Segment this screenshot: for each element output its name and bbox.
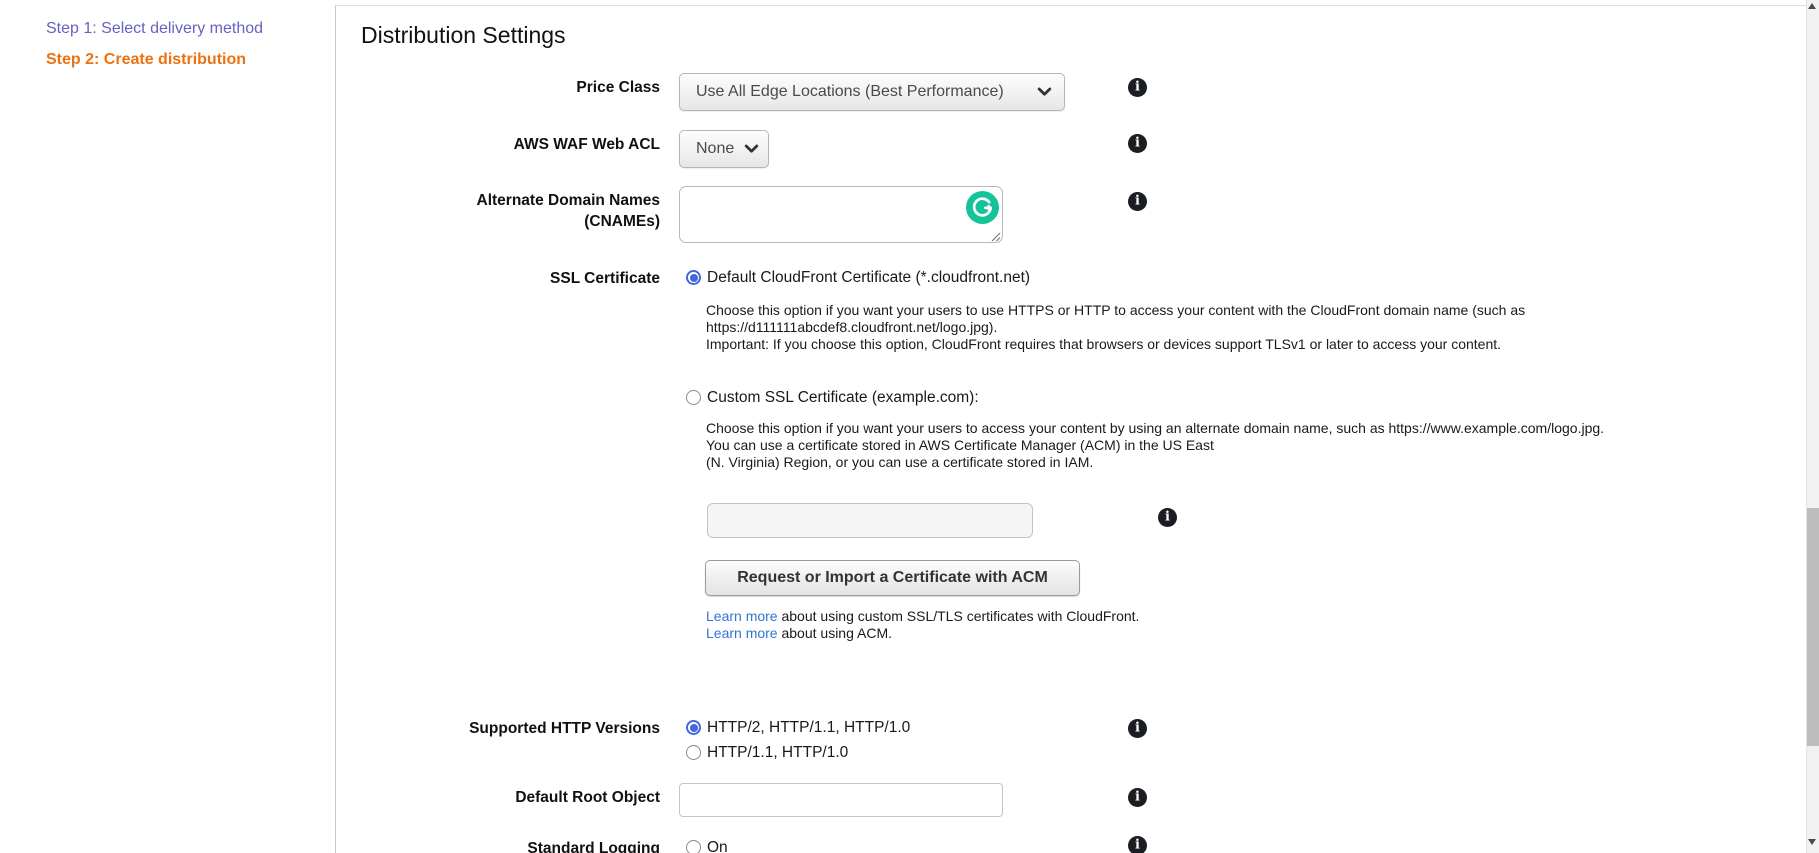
- cnames-info-icon[interactable]: i: [1128, 192, 1147, 211]
- http-versions-info-icon[interactable]: i: [1128, 719, 1147, 738]
- chevron-down-icon: [1037, 87, 1052, 97]
- sidebar-step-1-link[interactable]: Step 1: Select delivery method: [46, 20, 263, 38]
- default-root-object-input[interactable]: [679, 783, 1003, 817]
- radio-unchecked-icon: [686, 390, 701, 405]
- radio-option-http11[interactable]: HTTP/1.1, HTTP/1.0: [686, 744, 848, 762]
- custom-ssl-description: Choose this option if you want your user…: [706, 420, 1604, 472]
- scrollbar-thumb[interactable]: [1807, 508, 1819, 746]
- info-glyph: i: [1135, 137, 1140, 150]
- description-line: https://d111111abcdef8.cloudfront.net/lo…: [706, 319, 1525, 336]
- http11-option-text: HTTP/1.1, HTTP/1.0: [707, 744, 848, 762]
- request-acm-certificate-button[interactable]: Request or Import a Certificate with ACM: [705, 560, 1080, 596]
- content-top-border: [336, 5, 1806, 6]
- info-glyph: i: [1135, 839, 1140, 852]
- standard-logging-label: Standard Logging: [336, 840, 660, 853]
- custom-certificate-input[interactable]: [707, 503, 1033, 538]
- cnames-textarea[interactable]: [679, 186, 1003, 243]
- description-line: (N. Virginia) Region, or you can use a c…: [706, 454, 1604, 471]
- price-class-selected-value: Use All Edge Locations (Best Performance…: [696, 83, 1004, 101]
- price-class-dropdown[interactable]: Use All Edge Locations (Best Performance…: [679, 73, 1065, 111]
- custom-ssl-option-text: Custom SSL Certificate (example.com):: [707, 389, 979, 407]
- description-line: Choose this option if you want your user…: [706, 302, 1525, 319]
- radio-unchecked-icon: [686, 745, 701, 760]
- info-glyph: i: [1165, 511, 1170, 524]
- http-versions-label: Supported HTTP Versions: [336, 720, 660, 737]
- description-line: You can use a certificate stored in AWS …: [706, 437, 1604, 454]
- waf-web-acl-dropdown[interactable]: None: [679, 130, 769, 168]
- learn-more-acm-link[interactable]: Learn more: [706, 625, 778, 641]
- cnames-label-line1: Alternate Domain Names: [336, 192, 660, 209]
- custom-certificate-info-icon[interactable]: i: [1158, 508, 1177, 527]
- radio-checked-icon: [686, 270, 701, 285]
- default-ssl-option-text: Default CloudFront Certificate (*.cloudf…: [707, 269, 1030, 287]
- scroll-up-icon[interactable]: [1808, 3, 1816, 9]
- radio-option-http2[interactable]: HTTP/2, HTTP/1.1, HTTP/1.0: [686, 719, 910, 737]
- radio-option-logging-on[interactable]: On: [686, 839, 728, 853]
- waf-web-acl-label: AWS WAF Web ACL: [336, 136, 660, 153]
- radio-unchecked-icon: [686, 840, 701, 853]
- learn-more-ssl-text: about using custom SSL/TLS certificates …: [778, 608, 1140, 624]
- info-glyph: i: [1135, 195, 1140, 208]
- description-line: Choose this option if you want your user…: [706, 420, 1604, 437]
- ssl-certificate-label: SSL Certificate: [336, 270, 660, 287]
- scroll-down-icon[interactable]: [1808, 839, 1816, 845]
- learn-more-ssl-link[interactable]: Learn more: [706, 608, 778, 624]
- default-root-object-label: Default Root Object: [336, 789, 660, 806]
- waf-selected-value: None: [696, 140, 734, 158]
- textarea-resize-handle-icon[interactable]: [991, 229, 1001, 247]
- learn-more-acm-text: about using ACM.: [778, 625, 892, 641]
- radio-option-default-ssl[interactable]: Default CloudFront Certificate (*.cloudf…: [686, 269, 1030, 287]
- logging-info-icon[interactable]: i: [1128, 836, 1147, 853]
- sidebar-step-2-current[interactable]: Step 2: Create distribution: [46, 51, 246, 69]
- learn-more-custom-ssl-line: Learn more about using custom SSL/TLS ce…: [706, 608, 1139, 625]
- page-title: Distribution Settings: [361, 22, 566, 49]
- cloudfront-create-distribution-screen: Step 1: Select delivery method Step 2: C…: [0, 0, 1819, 853]
- price-class-label: Price Class: [336, 79, 660, 96]
- radio-option-custom-ssl[interactable]: Custom SSL Certificate (example.com):: [686, 389, 979, 407]
- info-glyph: i: [1135, 791, 1140, 804]
- info-glyph: i: [1135, 722, 1140, 735]
- root-object-info-icon[interactable]: i: [1128, 788, 1147, 807]
- price-class-info-icon[interactable]: i: [1128, 78, 1147, 97]
- grammarly-icon[interactable]: [966, 191, 999, 224]
- http2-option-text: HTTP/2, HTTP/1.1, HTTP/1.0: [707, 719, 910, 737]
- description-line: Important: If you choose this option, Cl…: [706, 336, 1525, 353]
- default-ssl-description: Choose this option if you want your user…: [706, 302, 1525, 354]
- info-glyph: i: [1135, 81, 1140, 94]
- logging-on-option-text: On: [707, 839, 728, 853]
- cnames-label-line2: (CNAMEs): [336, 213, 660, 230]
- waf-info-icon[interactable]: i: [1128, 134, 1147, 153]
- radio-checked-icon: [686, 720, 701, 735]
- chevron-down-icon: [744, 144, 759, 154]
- learn-more-acm-line: Learn more about using ACM.: [706, 625, 892, 642]
